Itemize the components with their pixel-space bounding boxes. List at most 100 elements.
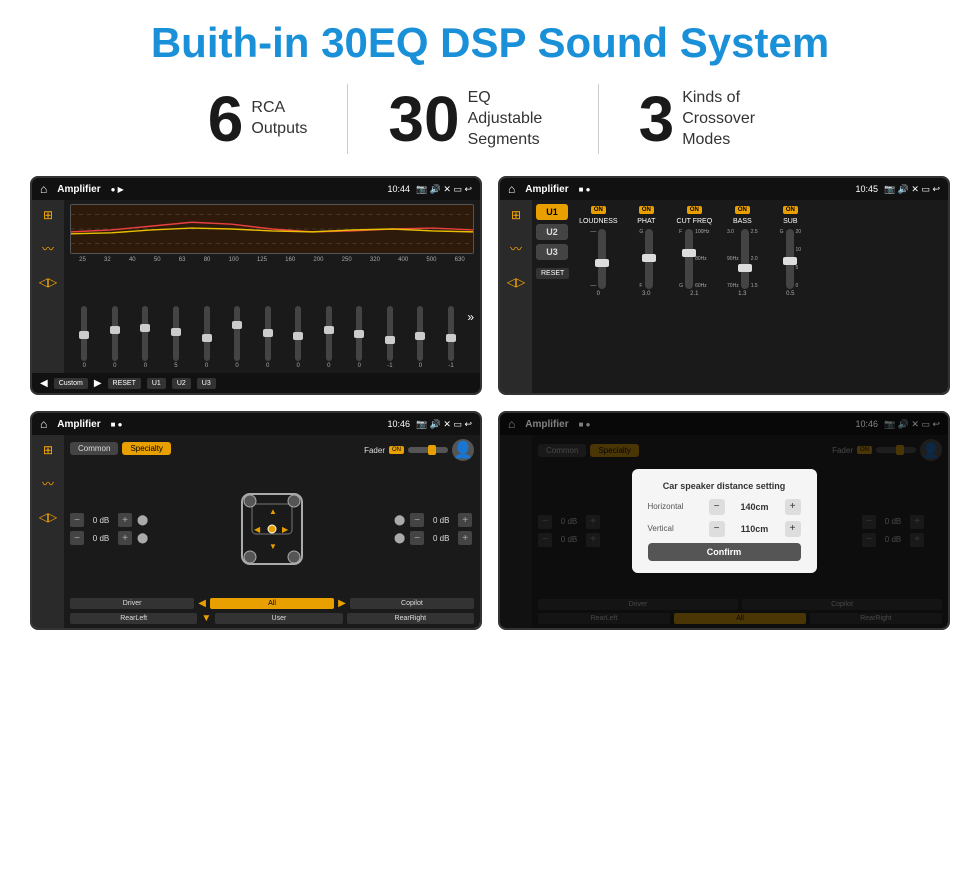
fader-slider[interactable] — [408, 447, 448, 453]
dialog-vertical-minus[interactable]: − — [709, 521, 725, 537]
screen-2-content: ⌂ Amplifier ■ ● 10:45 📷 🔊 ✕ ▭ ↩ ⊞ 〰 ◁▷ — [500, 178, 948, 393]
amp-channel-bass: ON BASS 3.090Hz70Hz — [721, 206, 763, 297]
freq-63: 63 — [179, 257, 186, 263]
vol-3-minus[interactable]: − — [410, 513, 424, 527]
dialog-title: Car speaker distance setting — [648, 481, 801, 491]
eq-slider-11[interactable]: -1 — [376, 306, 405, 369]
amp-filter-icon[interactable]: ⊞ — [511, 208, 521, 222]
eq-slider-6[interactable]: 0 — [223, 306, 252, 369]
eq-slider-8[interactable]: 0 — [284, 306, 313, 369]
eq-speaker-icon[interactable]: ◁▷ — [39, 275, 57, 289]
eq-u2-btn[interactable]: U2 — [172, 378, 191, 389]
screen-2-statusicons: 📷 🔊 ✕ ▭ ↩ — [884, 184, 940, 195]
screen-2: ⌂ Amplifier ■ ● 10:45 📷 🔊 ✕ ▭ ↩ ⊞ 〰 ◁▷ — [498, 176, 950, 395]
freq-630: 630 — [455, 257, 465, 263]
amp-wave-icon[interactable]: 〰 — [510, 240, 522, 257]
dialog-horizontal-minus[interactable]: − — [709, 499, 725, 515]
eq-slider-1[interactable]: 0 — [70, 306, 99, 369]
speaker-tab-common[interactable]: Common — [70, 442, 118, 455]
cutfreq-label: CUT FREQ — [677, 218, 713, 225]
spk-driver-btn[interactable]: Driver — [70, 598, 194, 609]
eq-wave-icon[interactable]: 〰 — [42, 240, 54, 257]
spk-rearright-btn[interactable]: RearRight — [347, 613, 474, 624]
eq-u1-btn[interactable]: U1 — [147, 378, 166, 389]
screen-3-time: 10:46 — [387, 419, 410, 429]
vol-1-minus[interactable]: − — [70, 513, 84, 527]
loudness-on-badge[interactable]: ON — [591, 206, 606, 214]
screen-1-dots: ● ▶ — [111, 185, 124, 194]
eq-slider-13[interactable]: -1 — [437, 306, 466, 369]
page-wrapper: Buith-in 30EQ DSP Sound System 6 RCAOutp… — [0, 0, 980, 881]
phat-on-badge[interactable]: ON — [639, 206, 654, 214]
eq-slider-10[interactable]: 0 — [345, 306, 374, 369]
freq-500: 500 — [426, 257, 436, 263]
cutfreq-on-badge[interactable]: ON — [687, 206, 702, 214]
sub-slider[interactable] — [786, 229, 794, 289]
spk-user-btn[interactable]: User — [215, 613, 342, 624]
bass-on-badge[interactable]: ON — [735, 206, 750, 214]
fader-on-badge[interactable]: ON — [389, 446, 404, 454]
screen-3-statusbar: ⌂ Amplifier ■ ● 10:46 📷 🔊 ✕ ▭ ↩ — [32, 413, 480, 435]
spk-copilot-btn[interactable]: Copilot — [350, 598, 474, 609]
eq-u3-btn[interactable]: U3 — [197, 378, 216, 389]
dialog-vertical-plus[interactable]: + — [785, 521, 801, 537]
amp-u2-preset[interactable]: U2 — [536, 224, 568, 240]
cutfreq-slider[interactable] — [685, 229, 693, 289]
screen-1-statusbar: ⌂ Amplifier ● ▶ 10:44 📷 🔊 ✕ ▭ ↩ — [32, 178, 480, 200]
amp-sidebar: ⊞ 〰 ◁▷ — [500, 200, 532, 393]
eq-filter-icon[interactable]: ⊞ — [43, 208, 53, 222]
bass-slider[interactable] — [741, 229, 749, 289]
vol-1-plus[interactable]: + — [118, 513, 132, 527]
stat-eq: 30 EQ AdjustableSegments — [348, 87, 597, 151]
eq-reset-btn[interactable]: RESET — [108, 378, 141, 389]
eq-slider-2[interactable]: 0 — [101, 306, 130, 369]
dialog-horizontal-plus[interactable]: + — [785, 499, 801, 515]
amp-speaker-icon[interactable]: ◁▷ — [507, 275, 525, 289]
vol-4-plus[interactable]: + — [458, 531, 472, 545]
stat-eq-text: EQ AdjustableSegments — [468, 88, 558, 150]
speaker-tab-specialty[interactable]: Specialty — [122, 442, 170, 455]
spk-filter-icon[interactable]: ⊞ — [43, 443, 53, 457]
spk-rearleft-btn[interactable]: RearLeft — [70, 613, 197, 624]
speaker-vol-right: ⬤ − 0 dB + ⬤ − 0 dB + — [394, 464, 474, 594]
home-icon[interactable]: ⌂ — [40, 182, 47, 196]
dialog-confirm-button[interactable]: Confirm — [648, 543, 801, 561]
eq-slider-4[interactable]: 5 — [162, 306, 191, 369]
spk-arrow-down[interactable]: ▼ — [201, 613, 211, 624]
sub-on-badge[interactable]: ON — [783, 206, 798, 214]
screen-3-dots: ■ ● — [111, 420, 123, 429]
amp-u3-preset[interactable]: U3 — [536, 244, 568, 260]
eq-slider-5[interactable]: 0 — [192, 306, 221, 369]
loudness-slider[interactable] — [598, 229, 606, 289]
speaker-dot-2: ⬤ — [137, 533, 148, 544]
eq-slider-7[interactable]: 0 — [253, 306, 282, 369]
spk-all-btn[interactable]: All — [210, 598, 334, 609]
person-icon[interactable]: 👤 — [452, 439, 474, 461]
vol-3-plus[interactable]: + — [458, 513, 472, 527]
spk-arrow-right[interactable]: ▶ — [338, 598, 346, 609]
eq-slider-12[interactable]: 0 — [406, 306, 435, 369]
vol-4-minus[interactable]: − — [410, 531, 424, 545]
vol-2-plus[interactable]: + — [118, 531, 132, 545]
eq-next-arrow[interactable]: » — [467, 310, 474, 324]
eq-next-icon[interactable]: ▶ — [94, 378, 102, 389]
phat-slider[interactable] — [645, 229, 653, 289]
vol-2-minus[interactable]: − — [70, 531, 84, 545]
spk-wave-icon[interactable]: 〰 — [42, 475, 54, 492]
eq-chart — [70, 204, 474, 254]
screen-3-speaker: ⊞ 〰 ◁▷ Common Specialty Fader — [32, 435, 480, 628]
freq-25: 25 — [79, 257, 86, 263]
eq-slider-9[interactable]: 0 — [315, 306, 344, 369]
eq-custom-btn[interactable]: Custom — [54, 378, 88, 389]
amp-reset-btn[interactable]: RESET — [536, 268, 569, 279]
amp-channel-sub: ON SUB G — [769, 206, 811, 297]
screen-2-home-icon[interactable]: ⌂ — [508, 182, 515, 196]
screen-3-content: ⌂ Amplifier ■ ● 10:46 📷 🔊 ✕ ▭ ↩ ⊞ 〰 ◁▷ — [32, 413, 480, 628]
spk-arrow-left[interactable]: ◀ — [198, 598, 206, 609]
spk-speaker-icon[interactable]: ◁▷ — [39, 510, 57, 524]
eq-slider-3[interactable]: 0 — [131, 306, 160, 369]
amp-u1-preset[interactable]: U1 — [536, 204, 568, 220]
screen-3-home-icon[interactable]: ⌂ — [40, 417, 47, 431]
eq-prev-icon[interactable]: ◀ — [40, 378, 48, 389]
svg-text:▼: ▼ — [269, 542, 277, 551]
